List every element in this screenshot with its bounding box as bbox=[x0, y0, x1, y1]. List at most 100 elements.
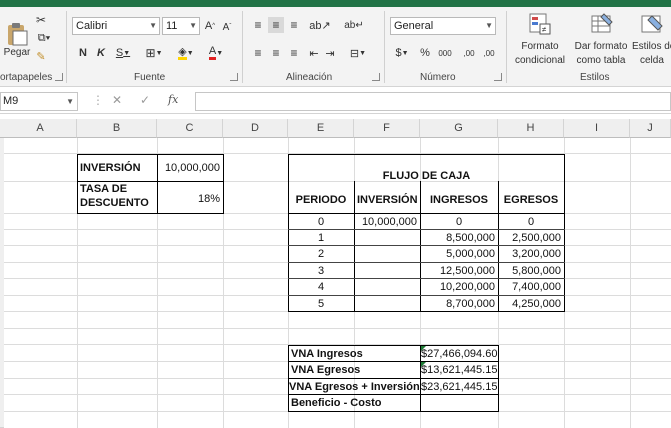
clipboard-launcher-icon[interactable] bbox=[55, 73, 63, 81]
merge-center-button[interactable]: ⊟ ▼ bbox=[346, 45, 370, 61]
number-format-select[interactable]: General ▼ bbox=[390, 17, 496, 35]
cancel-icon[interactable]: ✕ bbox=[112, 93, 122, 107]
cashflow-periodo[interactable]: 1 bbox=[288, 230, 354, 246]
header-periodo[interactable]: PERIODO bbox=[288, 192, 354, 208]
cashflow-ingresos[interactable]: 5,000,000 bbox=[420, 246, 498, 262]
copy-icon[interactable]: ⧉▾ bbox=[34, 31, 54, 45]
tasa-label-line-2[interactable]: DESCUENTO bbox=[77, 197, 157, 210]
align-left-button[interactable]: ≡ bbox=[250, 45, 266, 61]
formula-input[interactable] bbox=[195, 92, 671, 111]
error-indicator-icon bbox=[421, 362, 426, 367]
header-egresos[interactable]: EGRESOS bbox=[498, 192, 564, 208]
cashflow-ingresos[interactable]: 8,700,000 bbox=[420, 296, 498, 312]
bold-button[interactable]: N bbox=[76, 45, 90, 61]
cashflow-egresos[interactable]: 2,500,000 bbox=[498, 230, 564, 246]
cashflow-egresos[interactable]: 3,200,000 bbox=[498, 246, 564, 262]
column-header-i[interactable]: I bbox=[564, 119, 630, 138]
font-size-select[interactable]: 11 ▼ bbox=[162, 17, 200, 35]
cashflow-egresos[interactable]: 5,800,000 bbox=[498, 263, 564, 279]
inversion-value[interactable]: 10,000,000 bbox=[157, 160, 223, 176]
tasa-value[interactable]: 18% bbox=[157, 191, 223, 207]
column-header-a[interactable]: A bbox=[4, 119, 77, 138]
decrease-font-button[interactable]: Aˇ bbox=[220, 19, 234, 35]
font-name-select[interactable]: Calibri ▼ bbox=[72, 17, 160, 35]
format-painter-icon[interactable]: ✎ bbox=[34, 49, 48, 63]
cashflow-periodo[interactable]: 2 bbox=[288, 246, 354, 262]
cashflow-ingresos[interactable]: 8,500,000 bbox=[420, 230, 498, 246]
chevron-down-icon: ▼ bbox=[149, 21, 157, 30]
currency-button[interactable]: $ ▼ bbox=[392, 45, 412, 61]
header-inversion[interactable]: INVERSIÓN bbox=[354, 192, 420, 208]
cashflow-egresos[interactable]: 7,400,000 bbox=[498, 279, 564, 295]
column-header-j[interactable]: J bbox=[630, 119, 671, 138]
cashflow-ingresos[interactable]: 12,500,000 bbox=[420, 263, 498, 279]
format-as-table-button[interactable] bbox=[588, 11, 616, 37]
header-ingresos[interactable]: INGRESOS bbox=[420, 192, 498, 208]
align-center-button[interactable]: ≡ bbox=[268, 45, 284, 61]
orientation-button[interactable]: ab↗ bbox=[308, 17, 332, 33]
column-header-b[interactable]: B bbox=[77, 119, 157, 138]
column-header-g[interactable]: G bbox=[420, 119, 498, 138]
decrease-indent-button[interactable]: ⇤ bbox=[306, 45, 322, 61]
underline-button[interactable]: S ▼ bbox=[112, 45, 134, 61]
summary-value[interactable]: $23,621,445.15 bbox=[420, 379, 498, 395]
separator bbox=[506, 11, 507, 83]
borders-button[interactable]: ⊞ ▼ bbox=[142, 45, 166, 61]
thousands-button[interactable]: 000 bbox=[436, 45, 454, 61]
cashflow-periodo[interactable]: 3 bbox=[288, 263, 354, 279]
cashflow-periodo[interactable]: 5 bbox=[288, 296, 354, 312]
align-bottom-button[interactable]: ≡ bbox=[286, 17, 302, 33]
summary-label[interactable]: VNA Egresos + Inversión bbox=[288, 379, 420, 395]
column-header-d[interactable]: D bbox=[223, 119, 288, 138]
column-header-f[interactable]: F bbox=[354, 119, 420, 138]
summary-label[interactable]: VNA Ingresos bbox=[288, 346, 420, 362]
format-as-table-icon bbox=[591, 13, 613, 33]
conditional-format-label-1[interactable]: Formato bbox=[520, 41, 560, 52]
percent-button[interactable]: % bbox=[418, 45, 432, 61]
inversion-label[interactable]: INVERSIÓN bbox=[77, 160, 157, 176]
wrap-text-button[interactable]: ab↵ bbox=[344, 17, 364, 33]
enter-icon[interactable]: ✓ bbox=[140, 93, 150, 107]
summary-value[interactable]: $13,621,445.15 bbox=[420, 362, 498, 378]
tasa-label-line-1[interactable]: TASA DE bbox=[77, 183, 157, 196]
conditional-format-button[interactable]: ≠ bbox=[526, 11, 554, 37]
decrease-decimal-button[interactable]: ,00 bbox=[480, 45, 498, 61]
alignment-launcher-icon[interactable] bbox=[372, 73, 380, 81]
cashflow-inversion[interactable]: 10,000,000 bbox=[354, 214, 420, 230]
column-header-c[interactable]: C bbox=[157, 119, 223, 138]
cashflow-title[interactable]: FLUJO DE CAJA bbox=[288, 168, 565, 184]
column-header-h[interactable]: H bbox=[498, 119, 564, 138]
number-launcher-icon[interactable] bbox=[494, 73, 502, 81]
cell-styles-button[interactable] bbox=[638, 11, 666, 37]
alignment-group-label: Alineación bbox=[286, 72, 333, 83]
format-as-table-label-2[interactable]: como tabla bbox=[573, 55, 629, 66]
summary-value[interactable]: $27,466,094.60 bbox=[420, 346, 498, 362]
increase-decimal-button[interactable]: ,00 bbox=[460, 45, 478, 61]
paste-button[interactable]: Pegar bbox=[2, 13, 32, 65]
font-launcher-icon[interactable] bbox=[230, 73, 238, 81]
insert-function-button[interactable]: fx bbox=[168, 93, 178, 106]
align-middle-button[interactable]: ≡ bbox=[268, 17, 284, 33]
cashflow-egresos[interactable]: 4,250,000 bbox=[498, 296, 564, 312]
format-as-table-label-1[interactable]: Dar formato bbox=[573, 41, 629, 52]
cell-styles-label-1[interactable]: Estilos de bbox=[632, 41, 671, 52]
name-box[interactable]: M9 ▼ bbox=[0, 92, 78, 111]
align-top-button[interactable]: ≡ bbox=[250, 17, 266, 33]
font-color-button[interactable]: A ▼ bbox=[204, 45, 228, 61]
cashflow-ingresos[interactable]: 0 bbox=[420, 214, 498, 230]
summary-label[interactable]: VNA Egresos bbox=[288, 362, 420, 378]
fill-color-button[interactable]: ◈ ▼ bbox=[174, 45, 198, 61]
column-header-e[interactable]: E bbox=[288, 119, 354, 138]
align-right-button[interactable]: ≡ bbox=[286, 45, 302, 61]
cashflow-egresos[interactable]: 0 bbox=[498, 214, 564, 230]
conditional-format-label-2[interactable]: condicional bbox=[510, 55, 570, 66]
cell-styles-label-2[interactable]: celda bbox=[640, 55, 670, 66]
increase-indent-button[interactable]: ⇥ bbox=[322, 45, 338, 61]
cashflow-periodo[interactable]: 4 bbox=[288, 279, 354, 295]
cut-icon[interactable]: ✂ bbox=[34, 13, 48, 27]
cashflow-periodo[interactable]: 0 bbox=[288, 214, 354, 230]
cashflow-ingresos[interactable]: 10,200,000 bbox=[420, 279, 498, 295]
italic-button[interactable]: K bbox=[94, 45, 108, 61]
increase-font-button[interactable]: A ^ bbox=[203, 18, 217, 34]
summary-label[interactable]: Beneficio - Costo bbox=[288, 395, 420, 411]
